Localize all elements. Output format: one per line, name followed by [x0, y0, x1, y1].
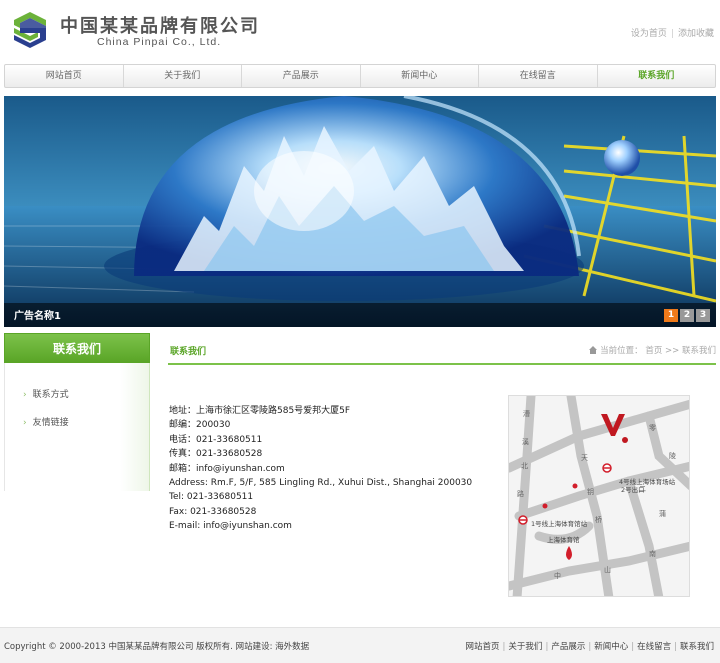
- map-road-label: 钥: [587, 487, 594, 496]
- nav-item-news[interactable]: 新闻中心: [361, 65, 479, 87]
- sidebar-item-contact-info[interactable]: › 联系方式: [5, 381, 149, 409]
- site-footer: Copyright © 2000-2013 中国某某品牌有限公司 版权所有. 网…: [0, 627, 720, 663]
- content-header: 联系我们 当前位置： 首页 >> 联系我们: [168, 339, 716, 365]
- main-nav: 网站首页 关于我们 产品展示 新闻中心 在线留言 联系我们: [4, 64, 716, 88]
- footer-links: 网站首页 | 关于我们 | 产品展示 | 新闻中心 | 在线留言 | 联系我们: [465, 642, 714, 652]
- map-road-label: 零: [649, 424, 656, 432]
- banner-caption-bar: [4, 303, 716, 327]
- footer-link-about[interactable]: 关于我们: [508, 642, 542, 652]
- company-name-cn[interactable]: 中国某某品牌有限公司: [60, 12, 260, 38]
- logo-icon[interactable]: [12, 12, 46, 48]
- metro-station-icon: [518, 515, 528, 525]
- address-en: Address: Rm.F, 5/F, 585 Lingling Rd., Xu…: [169, 478, 473, 489]
- map-road-label: 桥: [595, 515, 602, 524]
- nav-item-about[interactable]: 关于我们: [124, 65, 242, 87]
- footer-link-message[interactable]: 在线留言: [637, 642, 671, 652]
- sidebar: 联系我们 › 联系方式 › 友情链接: [4, 333, 150, 493]
- contact-details: 地址：上海市徐汇区零陵路585号爱邦大厦5F 邮编：200030 电话：021-…: [169, 404, 472, 534]
- fax-cn: 传真：021-33680528: [169, 449, 263, 460]
- page-title: 联系我们: [170, 347, 207, 357]
- nav-item-home[interactable]: 网站首页: [5, 65, 124, 87]
- nav-item-message[interactable]: 在线留言: [479, 65, 598, 87]
- map-exit-label: 2号出口: [621, 485, 645, 494]
- chevron-right-icon: ›: [23, 418, 27, 428]
- map-metro-4-label: 4号线上海体育场站: [619, 477, 676, 486]
- map-road-label: 蒲: [659, 509, 666, 518]
- map-gym-label: 上海体育馆: [547, 535, 580, 544]
- fax-en: Fax: 021-33680528: [169, 506, 257, 517]
- map-road-label: 天: [581, 454, 588, 462]
- banner-page-3[interactable]: 3: [696, 309, 710, 322]
- breadcrumb-current[interactable]: 联系我们: [682, 346, 716, 356]
- top-links: 设为首页 | 添加收藏: [630, 29, 714, 39]
- banner-pagination: 1 2 3: [664, 309, 710, 322]
- nav-item-products[interactable]: 产品展示: [242, 65, 361, 87]
- map-metro-1-label: 1号线上海体育馆站: [531, 519, 588, 528]
- sidebar-item-label: 联系方式: [32, 390, 69, 400]
- location-map: 漕 溪 北 路 天 钥 桥 中 山 南 二 零 陵 蒲 4号线上海体育场站 2号…: [508, 395, 690, 597]
- map-road-label: 漕: [523, 409, 530, 418]
- email-en: E-mail: info@iyunshan.com: [169, 521, 292, 532]
- map-road-label: 北: [521, 462, 528, 470]
- breadcrumb-home[interactable]: 首页: [645, 346, 662, 356]
- metro-station-icon: [602, 463, 612, 473]
- sidebar-item-label: 友情链接: [32, 418, 69, 428]
- map-road-label: 溪: [522, 437, 529, 446]
- home-icon: [589, 346, 598, 354]
- site-header: 中国某某品牌有限公司 China Pinpai Co., Ltd. 设为首页 | 添…: [0, 0, 720, 62]
- footer-link-home[interactable]: 网站首页: [466, 642, 500, 652]
- banner-page-1[interactable]: 1: [664, 309, 678, 322]
- map-road-label: 中: [554, 571, 561, 580]
- set-homepage-link[interactable]: 设为首页: [631, 29, 667, 39]
- banner-slideshow[interactable]: 广告名称1 1 2 3: [4, 96, 716, 327]
- map-road-label: 山: [604, 565, 611, 574]
- phone-en: Tel: 021-33680511: [169, 492, 254, 503]
- map-road-label: 陵: [669, 451, 676, 460]
- map-road-label: 南: [649, 549, 656, 558]
- chevron-right-icon: ›: [23, 390, 27, 400]
- copyright-text: Copyright © 2000-2013 中国某某品牌有限公司 版权所有. 网…: [4, 642, 310, 652]
- banner-image: [4, 96, 716, 327]
- sidebar-title: 联系我们: [4, 333, 150, 363]
- phone-cn: 电话：021-33680511: [169, 434, 263, 445]
- nav-item-contact[interactable]: 联系我们: [598, 65, 716, 87]
- map-road-label: 路: [517, 489, 524, 498]
- add-favorite-link[interactable]: 添加收藏: [678, 29, 714, 39]
- sidebar-menu: › 联系方式 › 友情链接: [4, 363, 150, 491]
- address-cn: 地址：上海市徐汇区零陵路585号爱邦大厦5F: [169, 406, 351, 416]
- breadcrumb-sep: >>: [665, 346, 680, 356]
- postcode: 邮编：200030: [169, 420, 231, 431]
- banner-caption[interactable]: 广告名称1: [14, 307, 61, 322]
- sidebar-item-friend-links[interactable]: › 友情链接: [5, 409, 149, 437]
- footer-link-products[interactable]: 产品展示: [551, 642, 585, 652]
- email-cn: 邮箱：info@iyunshan.com: [169, 463, 285, 474]
- company-name-en: China Pinpai Co., Ltd.: [97, 36, 222, 48]
- footer-link-news[interactable]: 新闻中心: [594, 642, 628, 652]
- banner-page-2[interactable]: 2: [680, 309, 694, 322]
- footer-link-contact[interactable]: 联系我们: [680, 642, 714, 652]
- map-image: 漕 溪 北 路 天 钥 桥 中 山 南 二 零 陵 蒲 4号线上海体育场站 2号…: [509, 396, 689, 596]
- breadcrumb-prefix: 当前位置：: [600, 346, 643, 356]
- breadcrumb: 当前位置： 首页 >> 联系我们: [589, 344, 716, 356]
